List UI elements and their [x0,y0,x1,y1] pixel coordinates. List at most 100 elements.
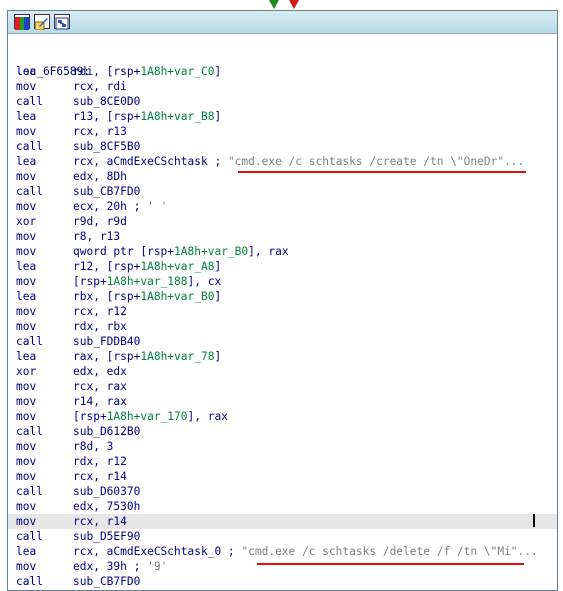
operands: rcx, r14 [73,514,127,529]
operand-text: ], rax [248,245,289,258]
disassembly-listing: loc_6F6589: lea rdi, [rsp+1A8h+var_C0] mov… [8,49,557,589]
code-line[interactable]: mov r8d, 3 [8,439,557,454]
operands: rcx, rax [73,379,127,394]
mnemonic: mov [16,245,37,258]
code-line[interactable]: lea rbx, [rsp+1A8h+var_B0] [8,289,557,304]
stack-variable[interactable]: 1A8h+var_B0 [174,245,248,258]
code-line[interactable]: mov edx, 39h ; '9' [8,559,557,574]
operand-text: r14, rax [73,395,127,408]
stack-variable[interactable]: 1A8h+var_188 [107,275,188,288]
operands: sub_8CE0D0 [73,94,140,109]
stack-variable[interactable]: 1A8h+var_A8 [140,260,214,273]
operand-text: sub_D5EF90 [73,530,141,543]
operands: rcx, r13 [73,124,127,139]
operand-text: rcx, r12 [73,305,127,318]
operand-text: rcx, aCmdExeCSchtask ; [73,155,228,168]
graph-overview-icon[interactable] [54,14,70,30]
mnemonic: call [16,425,43,438]
code-line[interactable]: mov qword ptr [rsp+1A8h+var_B0], rax [8,244,557,259]
operands: rdx, rbx [73,319,127,334]
operand-text: sub_8CF5B0 [73,140,141,153]
operand-text: rcx, r13 [73,125,127,138]
mnemonic: mov [16,455,37,468]
code-line[interactable]: mov r14, rax [8,394,557,409]
comment: "cmd.exe /c schtasks /delete /f /tn \"Mi… [241,545,538,558]
code-line[interactable]: mov r8, r13 [8,229,557,244]
code-line[interactable]: call sub_FDDB40 [8,334,557,349]
mnemonic: call [16,485,43,498]
stack-variable[interactable]: 1A8h+var_78 [140,350,214,363]
operand-text: rcx, r14 [73,470,127,483]
operand-text: rcx, aCmdExeCSchtask_0 ; [73,545,242,558]
operands: r13, [rsp+1A8h+var_B8] [73,109,221,124]
operand-text: edx, 8Dh [73,170,127,183]
operand-text: sub_FDDB40 [73,335,141,348]
operand-text: edx, edx [73,365,127,378]
graph-palette-icon[interactable] [14,14,30,30]
operands: edx, 7530h [73,499,140,514]
operand-text: edx, 7530h [73,500,141,513]
location-label-line: loc_6F6589: [8,49,557,78]
code-line[interactable]: mov rcx, rax [8,379,557,394]
code-line[interactable]: xor edx, edx [8,364,557,379]
operands: sub_FDDB40 [73,334,140,349]
mnemonic: call [16,140,43,153]
code-line[interactable]: call sub_D60370 [8,484,557,499]
stack-variable[interactable]: 1A8h+var_170 [107,410,188,423]
operands: r12, [rsp+1A8h+var_A8] [73,259,221,274]
operands: rdx, r12 [73,454,127,469]
code-line[interactable]: mov rcx, r14 [8,469,557,484]
stack-variable[interactable]: 1A8h+var_B8 [140,110,214,123]
code-line[interactable]: mov rdx, r12 [8,454,557,469]
annotation-underline [257,563,524,565]
mnemonic: mov [16,380,37,393]
stack-variable[interactable]: 1A8h+var_C0 [140,65,214,78]
operands: sub_CB7FD0 [73,574,140,589]
code-line[interactable]: mov rcx, r12 [8,304,557,319]
mnemonic: mov [16,410,37,423]
mnemonic: mov [16,200,37,213]
operand-text: rcx, rax [73,380,127,393]
code-line[interactable]: mov [rsp+1A8h+var_170], rax [8,409,557,424]
code-line[interactable]: xor r9d, r9d [8,214,557,229]
code-line[interactable]: mov rcx, r14 [8,514,557,529]
code-line[interactable]: lea rdi, [rsp+1A8h+var_C0] [8,64,557,79]
code-line[interactable]: mov [rsp+1A8h+var_188], cx [8,274,557,289]
code-line[interactable]: lea rax, [rsp+1A8h+var_78] [8,349,557,364]
mnemonic: lea [16,290,37,303]
stack-variable[interactable]: 1A8h+var_B0 [140,290,214,303]
operands: rax, [rsp+1A8h+var_78] [73,349,221,364]
code-line[interactable]: lea rcx, aCmdExeCSchtask ; "cmd.exe /c sc… [8,154,557,169]
operands: sub_D5EF90 [73,529,140,544]
edit-node-icon[interactable] [34,14,50,31]
mnemonic: mov [16,560,37,573]
operand-text: rdx, r12 [73,455,127,468]
code-line[interactable]: lea r13, [rsp+1A8h+var_B8] [8,109,557,124]
operand-text: edx, 39h ; [73,560,148,573]
code-line[interactable]: mov rcx, r13 [8,124,557,139]
mnemonic: call [16,530,43,543]
operands: r8, r13 [73,229,120,244]
code-line[interactable]: call sub_8CF5B0 [8,139,557,154]
operand-text: sub_D612B0 [73,425,141,438]
mnemonic: mov [16,275,37,288]
code-line[interactable]: mov ecx, 20h ; ' ' [8,199,557,214]
operand-text: sub_8CE0D0 [73,95,141,108]
code-line[interactable]: lea r12, [rsp+1A8h+var_A8] [8,259,557,274]
code-line[interactable]: mov edx, 7530h [8,499,557,514]
code-line[interactable]: call sub_CB7FD0 [8,574,557,589]
mnemonic: mov [16,170,37,183]
mnemonic: mov [16,320,37,333]
mnemonic: call [16,95,43,108]
code-line[interactable]: mov rdx, rbx [8,319,557,334]
operand-text: rdx, rbx [73,320,127,333]
operand-text: ecx, 20h ; [73,200,148,213]
operand-text: r13, [rsp+ [73,110,141,123]
code-line[interactable]: lea rcx, aCmdExeCSchtask_0 ; "cmd.exe /c … [8,544,557,559]
code-line[interactable]: call sub_D5EF90 [8,529,557,544]
code-line[interactable]: call sub_D612B0 [8,424,557,439]
code-line[interactable]: mov rcx, rdi [8,79,557,94]
mnemonic: mov [16,500,37,513]
code-line[interactable]: call sub_CB7FD0 [8,184,557,199]
code-line[interactable]: call sub_8CE0D0 [8,94,557,109]
